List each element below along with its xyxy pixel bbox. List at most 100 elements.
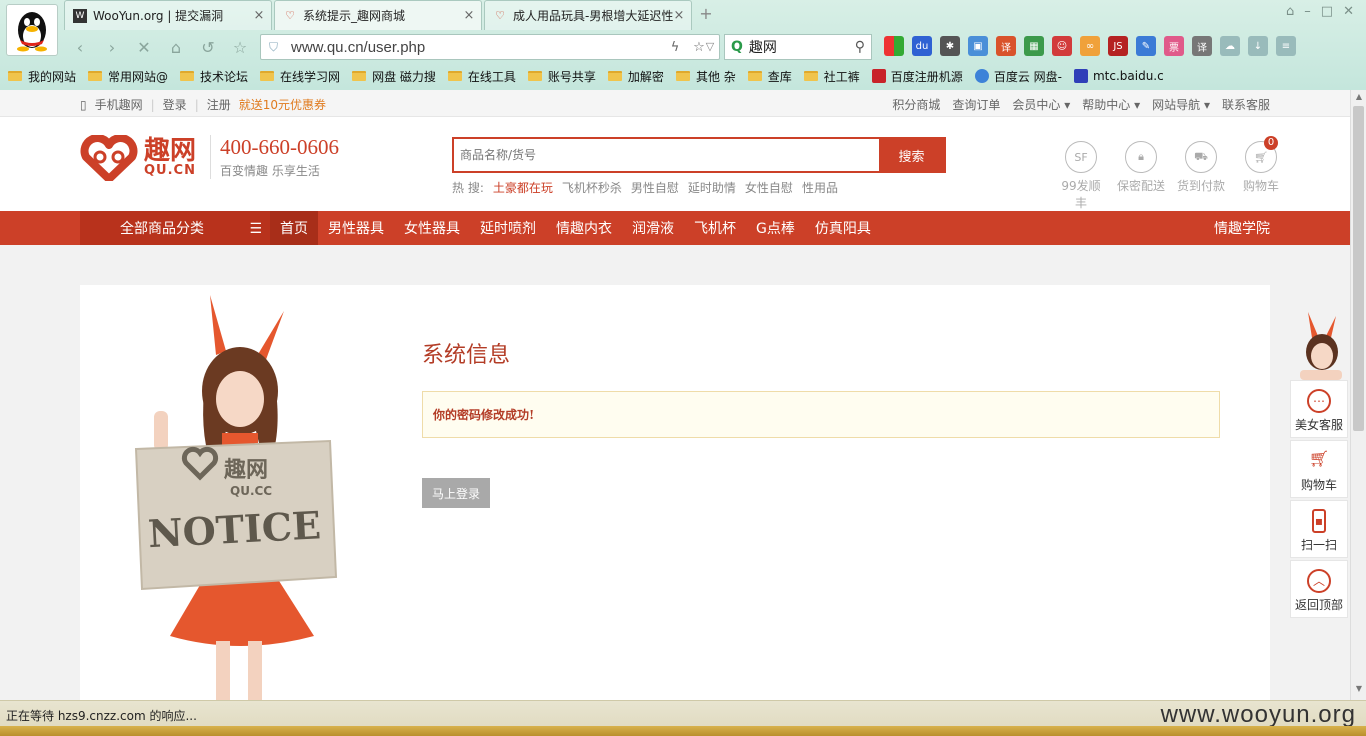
points-mall-link[interactable]: 积分商城 [892, 96, 940, 113]
screenshot-icon[interactable]: ▣ [968, 36, 988, 56]
bookmark-folder[interactable]: 我的网站 [8, 68, 76, 85]
folder-icon [260, 71, 275, 81]
float-scan[interactable]: ▪ 扫一扫 [1290, 500, 1348, 558]
cart-icon[interactable]: 🛒︎ 0 [1245, 136, 1278, 173]
bookmark-folder[interactable]: 查库 [747, 68, 792, 85]
new-tab-button[interactable]: + [694, 0, 718, 30]
nav-item[interactable]: G点棒 [746, 211, 805, 245]
minimize-icon[interactable]: – [1304, 4, 1311, 19]
tab-close-icon[interactable]: × [673, 8, 685, 23]
bookmark-folder[interactable]: 加解密 [607, 68, 664, 85]
scroll-down-arrow-icon[interactable]: ▼ [1351, 684, 1366, 698]
search-icon[interactable]: ⚲ [855, 39, 865, 55]
login-link[interactable]: 登录 [163, 96, 187, 113]
list-icon: ☰ [249, 221, 262, 237]
nav-item[interactable]: 润滑液 [622, 211, 684, 245]
cart-service[interactable]: 🛒︎ 0 购物车 [1236, 136, 1286, 211]
js-icon[interactable]: JS [1108, 36, 1128, 56]
stop-icon[interactable]: ✕ [128, 38, 160, 57]
scrollbar-thumb[interactable] [1353, 106, 1364, 431]
sign-brand: 趣网 [223, 457, 268, 483]
search-button[interactable]: 搜索 [879, 139, 944, 171]
back-icon[interactable]: ‹ [64, 38, 96, 57]
scroll-up-arrow-icon[interactable]: ▲ [1351, 92, 1366, 106]
all-categories-button[interactable]: 全部商品分类 ☰ [80, 211, 270, 245]
tab-system-notice[interactable]: ♡ 系统提示_趣网商城 × [274, 0, 482, 30]
register-link[interactable]: 注册 [207, 96, 231, 113]
hot-search-link[interactable]: 土豪都在玩 [493, 179, 553, 196]
float-customer-service[interactable]: ⋯ 美女客服 [1290, 380, 1348, 438]
sign-domain: QU.CC [230, 484, 272, 498]
bookmark-link[interactable]: 百度云 网盘- [974, 68, 1062, 85]
product-search-input[interactable] [454, 139, 879, 171]
coupon-promo-link[interactable]: 就送10元优惠券 [239, 96, 326, 113]
favorites-star-icon[interactable]: ☆ [224, 38, 256, 57]
lightning-icon[interactable]: ϟ [663, 40, 687, 55]
car-icon: ⛟ [1185, 141, 1217, 173]
site-nav-menu[interactable]: 网站导航 ▾ [1152, 96, 1210, 113]
download-icon[interactable]: ↓ [1248, 36, 1268, 56]
float-back-to-top[interactable]: ︿ 返回顶部 [1290, 560, 1348, 618]
forward-icon[interactable]: › [96, 38, 128, 57]
browser-search-box[interactable]: Q 趣网 ⚲ [724, 34, 872, 60]
bookmark-link[interactable]: mtc.baidu.c [1073, 69, 1164, 83]
hot-search-link[interactable]: 延时助情 [688, 179, 736, 196]
mobile-site-link[interactable]: 手机趣网 [95, 96, 143, 113]
url-text[interactable]: www.qu.cn/user.php [291, 39, 663, 56]
member-center-menu[interactable]: 会员中心 ▾ [1012, 96, 1070, 113]
nav-item[interactable]: 情趣内衣 [546, 211, 622, 245]
close-window-icon[interactable]: ✕ [1343, 4, 1354, 19]
edit-icon[interactable]: ✎ [1136, 36, 1156, 56]
tab-wooyun[interactable]: W WooYun.org | 提交漏洞 × [64, 0, 272, 30]
site-logo[interactable]: 趣网 QU.CN [80, 135, 196, 181]
bookmark-folder[interactable]: 常用网站@ [88, 68, 168, 85]
translate-icon[interactable]: 译 [996, 36, 1016, 56]
apps-icon[interactable] [884, 36, 904, 56]
address-dropdown-icon[interactable]: ▽ [700, 34, 720, 60]
float-cart[interactable]: 🛒︎ 购物车 [1290, 440, 1348, 498]
hot-search-link[interactable]: 飞机杯秒杀 [562, 179, 622, 196]
bookmark-folder[interactable]: 技术论坛 [180, 68, 248, 85]
image-icon[interactable]: ▦ [1024, 36, 1044, 56]
baidu-paw-icon[interactable]: du [912, 36, 932, 56]
tab-products[interactable]: ♡ 成人用品玩具-男根增大延迟性 × [484, 0, 692, 30]
customer-service-link[interactable]: 联系客服 [1222, 96, 1270, 113]
bookmark-folder[interactable]: 其他 杂 [675, 68, 736, 85]
bookmark-folder[interactable]: 在线学习网 [260, 68, 340, 85]
hot-search-link[interactable]: 男性自慰 [631, 179, 679, 196]
skin-icon[interactable]: ⌂ [1286, 4, 1294, 19]
login-now-button[interactable]: 马上登录 [422, 478, 490, 508]
maximize-icon[interactable]: □ [1321, 4, 1333, 19]
tab-close-icon[interactable]: × [463, 8, 475, 23]
bookmark-folder[interactable]: 社工裤 [803, 68, 860, 85]
ticket-icon[interactable]: 票 [1164, 36, 1184, 56]
hot-search-link[interactable]: 性用品 [802, 179, 838, 196]
nav-item-home[interactable]: 首页 [270, 211, 318, 245]
bookmark-folder[interactable]: 网盘 磁力搜 [352, 68, 436, 85]
dict-icon[interactable]: 译 [1192, 36, 1212, 56]
nav-item[interactable]: 延时喷剂 [470, 211, 546, 245]
bookmark-folder[interactable]: 账号共享 [527, 68, 596, 85]
cloud-icon[interactable]: ☁ [1220, 36, 1240, 56]
hot-search-link[interactable]: 女性自慰 [745, 179, 793, 196]
help-center-menu[interactable]: 帮助中心 ▾ [1082, 96, 1140, 113]
qq-avatar-icon[interactable] [6, 4, 58, 56]
nav-item[interactable]: 女性器具 [394, 211, 470, 245]
vertical-scrollbar[interactable]: ▲ ▼ [1350, 90, 1366, 700]
menu-icon[interactable]: ≡ [1276, 36, 1296, 56]
link-icon[interactable]: ∞ [1080, 36, 1100, 56]
nav-item[interactable]: 男性器具 [318, 211, 394, 245]
order-query-link[interactable]: 查询订单 [952, 96, 1000, 113]
search-value[interactable]: 趣网 [749, 37, 855, 57]
home-icon[interactable]: ⌂ [160, 38, 192, 57]
bookmark-link[interactable]: 百度注册机源 [871, 68, 963, 85]
tab-close-icon[interactable]: × [253, 8, 265, 23]
nav-item[interactable]: 仿真阳具 [805, 211, 881, 245]
undo-icon[interactable]: ↺ [192, 38, 224, 57]
nav-item-academy[interactable]: 情趣学院 [1214, 211, 1270, 245]
game-icon[interactable]: ☺ [1052, 36, 1072, 56]
bug-icon[interactable]: ✱ [940, 36, 960, 56]
bookmark-folder[interactable]: 在线工具 [447, 68, 516, 85]
nav-item[interactable]: 飞机杯 [684, 211, 746, 245]
address-bar[interactable]: ⛉ www.qu.cn/user.php ϟ ☆ [260, 34, 720, 60]
